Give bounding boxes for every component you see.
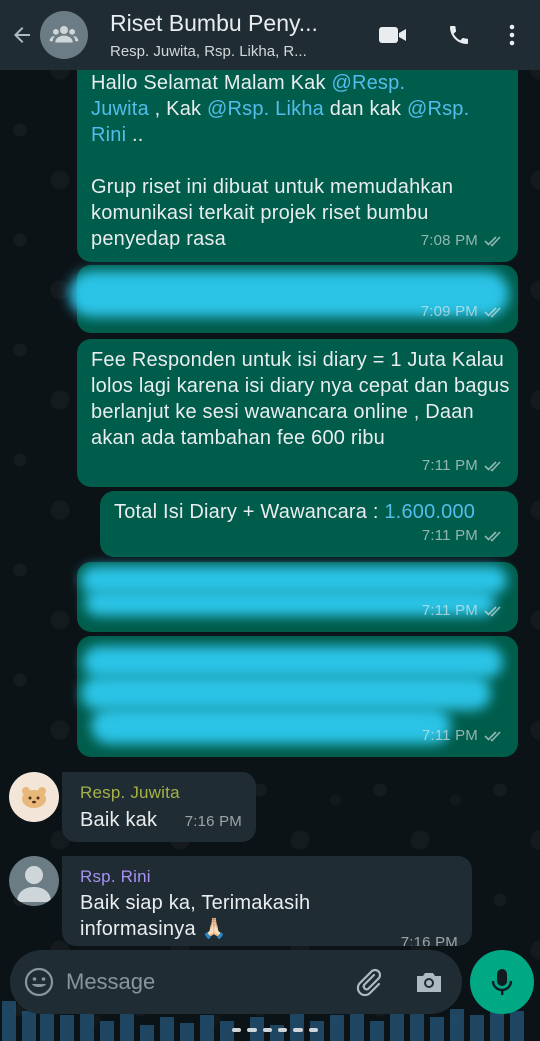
double-check-icon (484, 461, 501, 472)
mention-resp-juwita[interactable]: @Resp. (331, 72, 405, 94)
mention-rsp-rini[interactable]: @Rsp. (407, 98, 469, 120)
redaction-scribble (91, 708, 451, 744)
double-check-icon (484, 307, 501, 318)
chat-title-block[interactable]: Riset Bumbu Peny... Resp. Juwita, Rsp. L… (110, 10, 360, 60)
chat-participants: Resp. Juwita, Rsp. Likha, R... (110, 43, 307, 60)
mic-button[interactable] (470, 950, 534, 1014)
back-arrow-icon[interactable] (4, 0, 40, 70)
message-time: 7:16 PM (184, 813, 242, 830)
message-composer (10, 950, 462, 1014)
double-check-icon (484, 731, 501, 742)
message-input[interactable] (66, 969, 336, 995)
message-meta: 7:16 PM (401, 930, 458, 946)
message-text: Fee Responden untuk isi diary = 1 Juta K… (91, 349, 510, 449)
message-meta: 7:11 PM (422, 453, 504, 479)
redaction-scribble (83, 646, 503, 678)
message-text: Baik siap ka, Terimakasih informasinya 🙏… (80, 892, 311, 940)
double-check-icon (484, 531, 501, 542)
chat-title: Riset Bumbu Peny... (110, 10, 318, 36)
avatar-rsp-rini[interactable] (9, 856, 59, 906)
emoji-icon[interactable] (24, 967, 54, 997)
message-meta: 7:08 PM (421, 228, 504, 254)
double-check-icon (484, 236, 501, 247)
attach-icon[interactable] (354, 967, 384, 997)
message-text: Baik kak (80, 809, 158, 831)
message-time: 7:09 PM (420, 303, 478, 320)
message-bubble-outgoing[interactable]: Total Isi Diary + Wawancara : 1.600.000 … (100, 491, 518, 557)
mic-icon (491, 969, 513, 995)
group-avatar-icon[interactable] (40, 11, 88, 59)
mention-rsp-rini-cont[interactable]: Rini (91, 124, 126, 146)
message-bubble-incoming[interactable]: Resp. Juwita Baik kak 7:16 PM (62, 772, 256, 842)
chat-header: Riset Bumbu Peny... Resp. Juwita, Rsp. L… (0, 0, 540, 70)
message-time: 7:16 PM (400, 934, 458, 946)
message-bubble-redacted[interactable]: 7:09 PM (69, 265, 518, 333)
message-time: 7:11 PM (421, 602, 478, 619)
sender-name[interactable]: Rsp. Rini (80, 864, 151, 890)
more-options-icon[interactable] (492, 0, 532, 70)
message-time: 7:08 PM (420, 232, 478, 249)
message-time: 7:11 PM (421, 727, 478, 744)
mention-resp-juwita-cont[interactable]: Juwita (91, 98, 149, 120)
message-meta: 7:16 PM (185, 809, 242, 835)
video-call-icon[interactable] (360, 0, 426, 70)
message-text: Hallo Selamat Malam Kak @Resp. (91, 72, 406, 94)
message-bubble-redacted[interactable]: 7:11 PM (77, 562, 518, 632)
system-nav-handle (232, 1028, 318, 1032)
sender-name[interactable]: Resp. Juwita (80, 780, 180, 806)
message-bubble-outgoing[interactable]: Hallo Selamat Malam Kak @Resp. Juwita , … (77, 56, 518, 262)
message-meta: 7:09 PM (421, 299, 504, 325)
avatar-resp-juwita[interactable] (9, 772, 59, 822)
message-meta: 7:11 PM (422, 598, 504, 624)
total-amount: 1.600.000 (384, 501, 476, 523)
camera-icon[interactable] (414, 967, 444, 997)
message-bubble-incoming[interactable]: Rsp. Rini Baik siap ka, Terimakasih info… (62, 856, 472, 946)
message-bubble-redacted[interactable]: 7:11 PM (77, 636, 518, 757)
redaction-scribble (81, 676, 491, 710)
message-bubble-outgoing[interactable]: Fee Responden untuk isi diary = 1 Juta K… (77, 339, 518, 487)
message-meta: 7:11 PM (422, 723, 504, 749)
mention-rsp-likha[interactable]: @Rsp. Likha (207, 98, 324, 120)
message-time: 7:11 PM (421, 457, 478, 474)
message-text: Total Isi Diary + Wawancara : 1.600.000 (114, 501, 476, 523)
message-meta: 7:11 PM (422, 523, 504, 549)
double-check-icon (484, 606, 501, 617)
message-time: 7:11 PM (421, 527, 478, 544)
phone-call-icon[interactable] (426, 0, 492, 70)
